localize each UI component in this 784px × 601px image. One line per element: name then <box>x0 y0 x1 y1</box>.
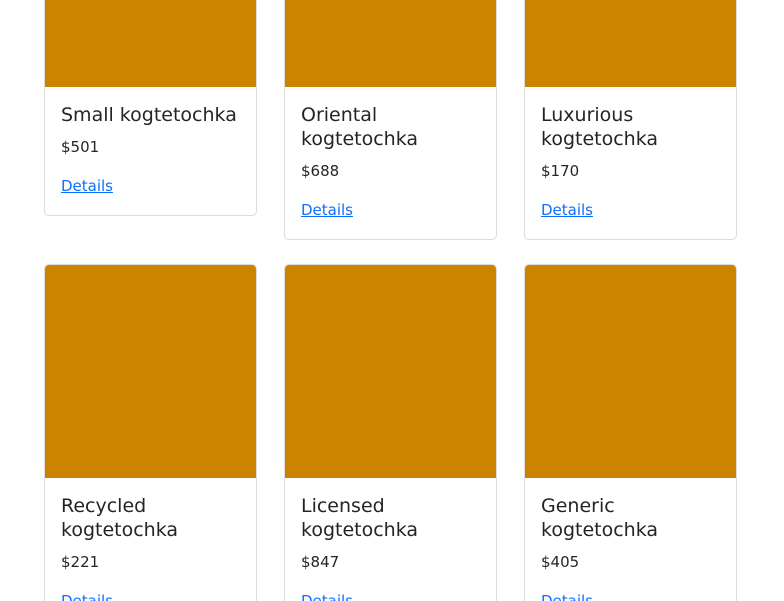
product-title: Small kogtetochka <box>61 104 237 126</box>
product-card: Luxurious kogtetochka $170 Details <box>524 0 737 240</box>
product-image <box>525 0 736 87</box>
product-image <box>45 265 256 478</box>
product-image <box>285 0 496 87</box>
card-body: Licensed kogtetochka $847 Details <box>285 478 496 601</box>
card-body: Oriental kogtetochka $688 Details <box>285 87 496 221</box>
product-card: Generic kogtetochka $405 Details <box>524 264 737 601</box>
details-link[interactable]: Details <box>541 199 593 221</box>
product-title: Licensed kogtetochka <box>301 495 419 541</box>
card-body: Luxurious kogtetochka $170 Details <box>525 87 736 221</box>
product-card: Licensed kogtetochka $847 Details <box>284 264 497 601</box>
product-price: $847 <box>301 553 340 571</box>
details-link[interactable]: Details <box>301 199 353 221</box>
product-image <box>525 265 736 478</box>
product-card: Small kogtetochka $501 Details <box>44 0 257 216</box>
product-price: $688 <box>301 162 340 180</box>
details-link[interactable]: Details <box>301 590 353 601</box>
product-title: Oriental kogtetochka <box>301 104 419 150</box>
product-grid: Small kogtetochka $501 Details Oriental … <box>0 0 784 601</box>
product-title: Recycled kogtetochka <box>61 495 179 541</box>
product-image <box>45 0 256 87</box>
card-body: Generic kogtetochka $405 Details <box>525 478 736 601</box>
details-link[interactable]: Details <box>541 590 593 601</box>
product-price: $221 <box>61 553 100 571</box>
product-price: $405 <box>541 553 580 571</box>
product-image <box>285 265 496 478</box>
details-link[interactable]: Details <box>61 175 113 197</box>
card-body: Recycled kogtetochka $221 Details <box>45 478 256 601</box>
product-price: $170 <box>541 162 580 180</box>
details-link[interactable]: Details <box>61 590 113 601</box>
product-title: Luxurious kogtetochka <box>541 104 659 150</box>
product-price: $501 <box>61 138 100 156</box>
card-body: Small kogtetochka $501 Details <box>45 87 256 197</box>
product-card: Recycled kogtetochka $221 Details <box>44 264 257 601</box>
product-title: Generic kogtetochka <box>541 495 659 541</box>
product-card: Oriental kogtetochka $688 Details <box>284 0 497 240</box>
